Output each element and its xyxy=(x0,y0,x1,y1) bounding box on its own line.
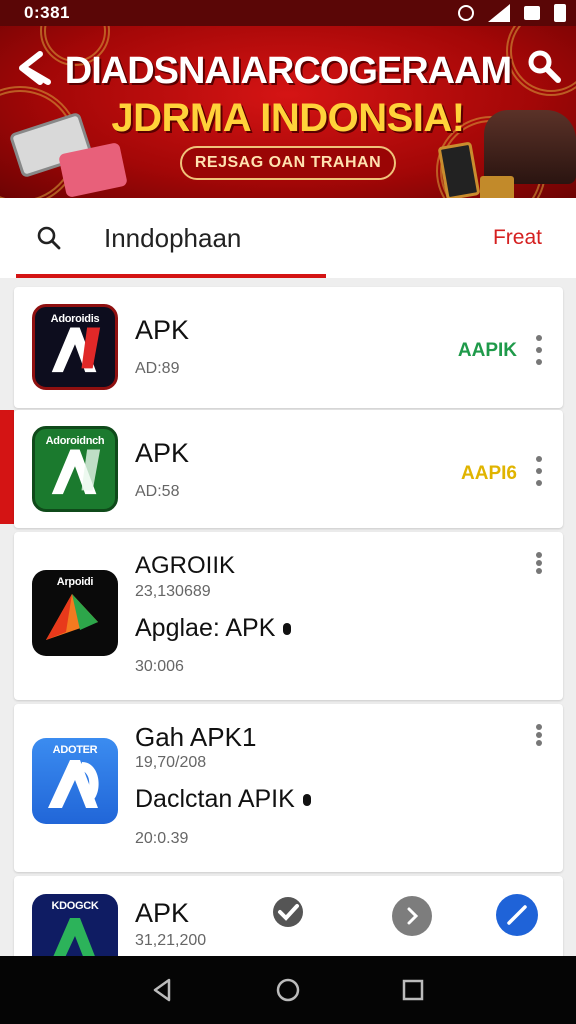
app-meta-secondary: 30:006 xyxy=(135,658,184,675)
list-item[interactable]: Adoroidis APK AD:89 AAPIK xyxy=(14,287,563,408)
app-icon[interactable]: Arpoidi xyxy=(32,570,118,656)
system-nav-bar xyxy=(0,956,576,1024)
app-meta: 23,130689 xyxy=(135,583,211,600)
more-options-icon[interactable] xyxy=(533,456,545,486)
app-icon[interactable]: Adoroidnch xyxy=(32,426,118,512)
app-subtitle: Daclctan APIK xyxy=(135,785,311,814)
search-icon[interactable] xyxy=(36,225,62,251)
list-item[interactable]: Arpoidi AGROIIK 23,130689 Apglae: APK 30… xyxy=(14,532,563,700)
signal-icon xyxy=(488,4,510,22)
search-bar[interactable]: Inndophaan Freat xyxy=(0,198,576,278)
app-logo-icon xyxy=(51,327,101,373)
alarm-icon xyxy=(458,5,474,21)
search-action-button[interactable]: Freat xyxy=(493,226,542,250)
nav-recents-icon[interactable] xyxy=(399,976,427,1004)
banner-title: DIADSNAIARCOGERAAM xyxy=(64,50,512,92)
search-tab-indicator xyxy=(16,274,326,278)
app-logo-icon xyxy=(48,760,99,808)
search-input[interactable]: Inndophaan xyxy=(104,223,241,254)
app-logo-icon xyxy=(51,449,101,495)
app-name: APK xyxy=(135,438,190,468)
status-bar: 0:381 xyxy=(0,0,576,26)
banner-subtitle: JDRMA INDONSIA! xyxy=(111,96,465,140)
banner-cta-button[interactable]: REJSAG OAN TRAHAN xyxy=(180,146,396,180)
sd-card-icon xyxy=(524,6,540,20)
chevron-right-icon xyxy=(407,907,419,925)
app-tag: AAPIK xyxy=(457,340,517,361)
app-name: APK xyxy=(135,315,190,345)
more-options-icon[interactable] xyxy=(533,724,545,746)
selected-item-accent xyxy=(0,410,14,524)
app-tag: AAPI6 xyxy=(461,463,517,484)
nav-back-icon[interactable] xyxy=(149,976,177,1004)
status-icons xyxy=(458,4,566,22)
promo-banner[interactable]: DIADSNAIARCOGERAAM JDRMA INDONSIA! REJSA… xyxy=(0,26,576,198)
app-subtitle: Apglae: APK xyxy=(135,614,292,643)
check-icon xyxy=(507,905,527,925)
app-meta: 31,21,200 xyxy=(135,932,207,949)
app-icon[interactable]: Adoroidis xyxy=(32,304,118,390)
app-name: APK xyxy=(135,898,190,928)
gift-illustration xyxy=(480,176,514,198)
more-options-icon[interactable] xyxy=(533,335,545,365)
next-button[interactable] xyxy=(392,896,432,936)
status-time: 0:381 xyxy=(24,3,70,22)
app-meta-secondary: 20:0.39 xyxy=(135,830,189,847)
search-icon[interactable] xyxy=(526,48,562,84)
nav-home-icon[interactable] xyxy=(274,976,302,1004)
app-name: AGROIIK xyxy=(135,552,236,579)
app-meta: AD:58 xyxy=(135,483,180,500)
verified-badge-icon[interactable] xyxy=(270,894,306,930)
more-options-icon[interactable] xyxy=(533,552,545,574)
confirm-button[interactable] xyxy=(496,894,538,936)
list-item[interactable]: Adoroidnch APK AD:58 AAPI6 xyxy=(14,410,563,528)
app-logo-icon xyxy=(46,594,98,640)
app-meta: AD:89 xyxy=(135,360,180,377)
app-name: Gah APK1 xyxy=(135,722,257,752)
list-item[interactable]: ADOTER Gah APK1 19,70/208 Daclctan APIK … xyxy=(14,704,563,872)
app-icon[interactable]: ADOTER xyxy=(32,738,118,824)
app-meta: 19,70/208 xyxy=(135,754,207,771)
battery-icon xyxy=(554,4,566,22)
